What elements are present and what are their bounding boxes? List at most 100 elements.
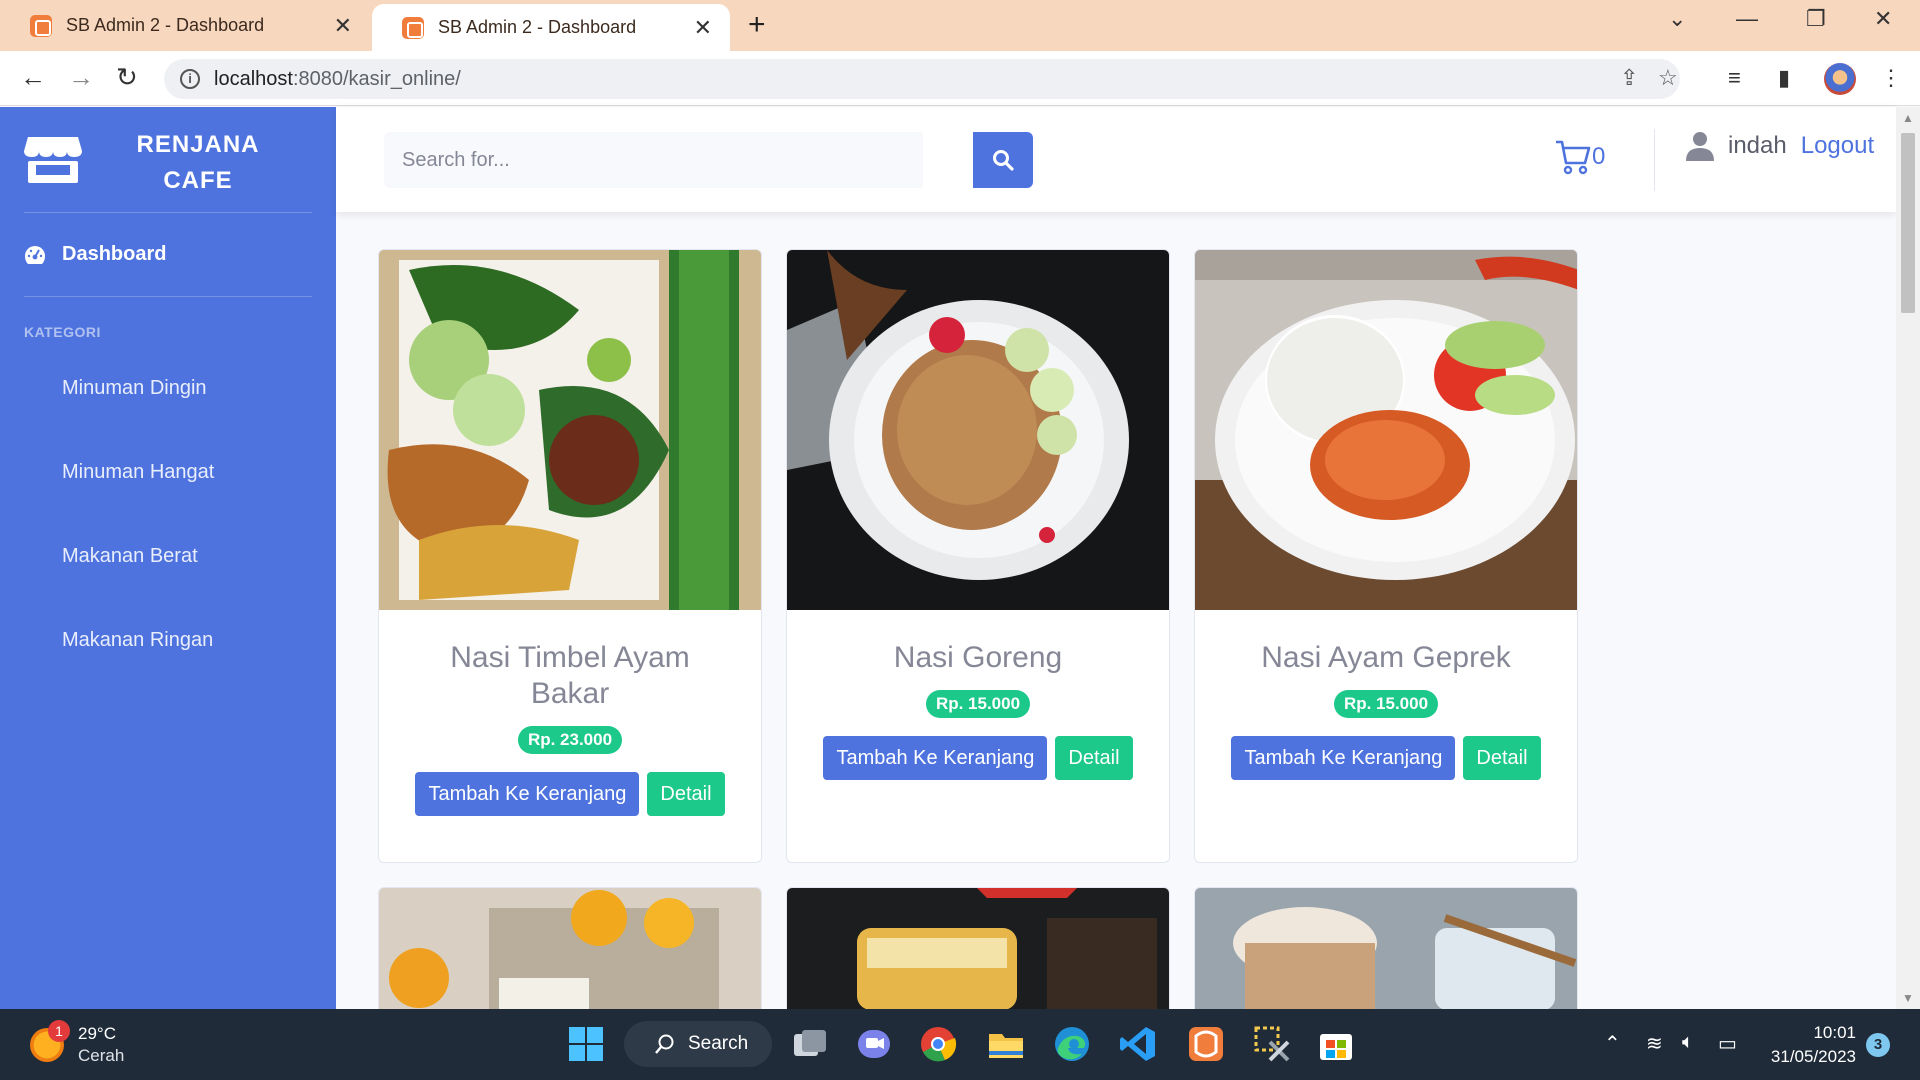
cart-count: 0: [1592, 143, 1606, 170]
product-image: [787, 888, 1169, 1009]
scroll-up-icon[interactable]: ▲: [1902, 111, 1914, 125]
tray-overflow-chevron-icon[interactable]: ⌃: [1604, 1031, 1621, 1056]
product-image: [379, 888, 761, 1009]
close-tab-icon[interactable]: ✕: [334, 13, 352, 39]
sidebar-divider: [24, 296, 312, 297]
share-icon[interactable]: ⇪: [1620, 65, 1638, 91]
side-panel-icon[interactable]: ▮: [1778, 65, 1790, 91]
sidebar-brand[interactable]: RENJANA CAFE: [0, 107, 336, 212]
clock-time: 10:01: [1813, 1023, 1856, 1042]
vscode-icon[interactable]: [1118, 1024, 1158, 1064]
product-image: [1195, 888, 1577, 1009]
add-to-cart-button[interactable]: Tambah Ke Keranjang: [823, 736, 1048, 780]
product-card: [786, 887, 1170, 1009]
product-card: Nasi Goreng Rp. 15.000 Tambah Ke Keranja…: [786, 249, 1170, 863]
search-icon: [655, 1034, 674, 1054]
chrome-icon[interactable]: [918, 1024, 958, 1064]
sidebar-item-minuman-dingin[interactable]: Minuman Dingin: [62, 377, 207, 400]
detail-button[interactable]: Detail: [1463, 736, 1541, 780]
tab-title: SB Admin 2 - Dashboard: [66, 15, 265, 35]
user-icon: [1686, 132, 1714, 161]
sidebar: RENJANA CAFE Dashboard KATEGORI Minuman …: [0, 107, 336, 1009]
scrollbar-thumb[interactable]: [1901, 133, 1915, 313]
close-window-icon[interactable]: ✕: [1874, 6, 1892, 32]
bookmark-star-icon[interactable]: ☆: [1658, 65, 1678, 91]
close-tab-icon[interactable]: ✕: [694, 15, 712, 41]
topbar: 0 indah Logout: [336, 107, 1896, 212]
sidebar-item-minuman-hangat[interactable]: Minuman Hangat: [62, 461, 214, 484]
sidebar-item-label: Dashboard: [62, 243, 167, 265]
media-queue-icon[interactable]: ≡: [1728, 65, 1741, 91]
snipping-tool-icon[interactable]: [1252, 1024, 1292, 1064]
site-info-icon[interactable]: i: [180, 69, 200, 89]
weather-condition: Cerah: [78, 1046, 125, 1065]
detail-button[interactable]: Detail: [1055, 736, 1133, 780]
add-to-cart-button[interactable]: Tambah Ke Keranjang: [1231, 736, 1456, 780]
product-name: Nasi Goreng: [893, 641, 1063, 674]
product-card: Nasi Timbel Ayam Bakar Rp. 23.000 Tambah…: [378, 249, 762, 863]
back-icon[interactable]: ←: [20, 62, 46, 93]
file-explorer-icon[interactable]: [986, 1024, 1026, 1064]
shopping-cart-icon: [1556, 140, 1591, 175]
profile-avatar[interactable]: [1824, 63, 1856, 95]
teams-chat-icon[interactable]: [854, 1024, 894, 1064]
detail-button[interactable]: Detail: [647, 772, 725, 816]
volume-icon[interactable]: 🔈︎: [1682, 1031, 1694, 1054]
task-view-icon[interactable]: [790, 1024, 830, 1064]
address-bar: ← → ↻ i localhost:8080/kasir_online/ ⇪ ☆…: [0, 51, 1920, 106]
menu-kebab-icon[interactable]: ⋮: [1880, 65, 1902, 91]
tab-search-chevron-icon[interactable]: ⌄: [1668, 6, 1686, 32]
taskbar-search[interactable]: Search: [624, 1021, 772, 1067]
tachometer-icon: [25, 245, 45, 264]
battery-icon[interactable]: ▭: [1718, 1031, 1737, 1056]
restore-icon[interactable]: ❐: [1806, 6, 1826, 32]
card-actions: Tambah Ke Keranjang Detail: [787, 736, 1169, 780]
cart-button[interactable]: 0: [1554, 139, 1605, 175]
username: indah: [1728, 132, 1787, 159]
xampp-favicon-icon: [30, 14, 52, 37]
page-scrollbar[interactable]: ▲ ▼: [1896, 107, 1920, 1009]
weather-widget[interactable]: 1 29°C Cerah: [30, 1020, 125, 1067]
product-image: [1195, 250, 1577, 610]
sidebar-item-makanan-berat[interactable]: Makanan Berat: [62, 545, 198, 568]
edge-icon[interactable]: [1052, 1024, 1092, 1064]
topbar-divider: [1654, 129, 1655, 191]
sidebar-item-makanan-ringan[interactable]: Makanan Ringan: [62, 629, 213, 652]
windows-taskbar: 1 29°C Cerah Search ⌃ ≋ 🔈︎ ▭ 10:01 31/05…: [0, 1009, 1920, 1080]
url-text: localhost:8080/kasir_online/: [214, 67, 461, 90]
sidebar-item-dashboard[interactable]: Dashboard: [24, 243, 166, 266]
windows-start-icon[interactable]: [566, 1024, 606, 1064]
price-badge: Rp. 15.000: [1333, 690, 1439, 718]
url-input[interactable]: i localhost:8080/kasir_online/ ⇪ ☆: [164, 59, 1680, 99]
taskbar-search-label: Search: [688, 1033, 749, 1054]
product-name: Nasi Timbel Ayam Bakar: [450, 641, 690, 710]
search-button[interactable]: [973, 132, 1033, 188]
temperature: 29°C: [78, 1024, 116, 1043]
system-clock[interactable]: 10:01 31/05/2023: [1756, 1021, 1856, 1069]
product-card: [1194, 887, 1578, 1009]
reload-icon[interactable]: ↻: [116, 62, 138, 93]
brand-name: RENJANA CAFE: [136, 131, 260, 194]
notification-badge[interactable]: 3: [1866, 1033, 1890, 1057]
logout-link[interactable]: Logout: [1801, 132, 1874, 160]
browser-tab-active[interactable]: SB Admin 2 - Dashboard ✕: [372, 4, 730, 51]
minimize-icon[interactable]: —: [1736, 6, 1758, 32]
search-form: [384, 132, 1033, 188]
browser-tab-strip: SB Admin 2 - Dashboard ✕ SB Admin 2 - Da…: [0, 0, 1920, 51]
forward-icon[interactable]: →: [68, 62, 94, 93]
microsoft-store-icon[interactable]: [1316, 1024, 1356, 1064]
card-actions: Tambah Ke Keranjang Detail: [1195, 736, 1577, 780]
scroll-down-icon[interactable]: ▼: [1902, 991, 1914, 1005]
product-card: [378, 887, 762, 1009]
wifi-icon[interactable]: ≋: [1646, 1031, 1663, 1056]
price-badge: Rp. 15.000: [925, 690, 1031, 718]
new-tab-icon[interactable]: +: [748, 8, 766, 42]
xampp-icon[interactable]: [1186, 1024, 1226, 1064]
add-to-cart-button[interactable]: Tambah Ke Keranjang: [415, 772, 640, 816]
product-image: [787, 250, 1169, 610]
product-name: Nasi Ayam Geprek: [1261, 641, 1511, 674]
search-input[interactable]: [384, 132, 923, 188]
browser-tab[interactable]: SB Admin 2 - Dashboard ✕: [0, 0, 370, 51]
weather-sun-icon: 1: [30, 1020, 70, 1062]
xampp-favicon-icon: [402, 16, 424, 39]
